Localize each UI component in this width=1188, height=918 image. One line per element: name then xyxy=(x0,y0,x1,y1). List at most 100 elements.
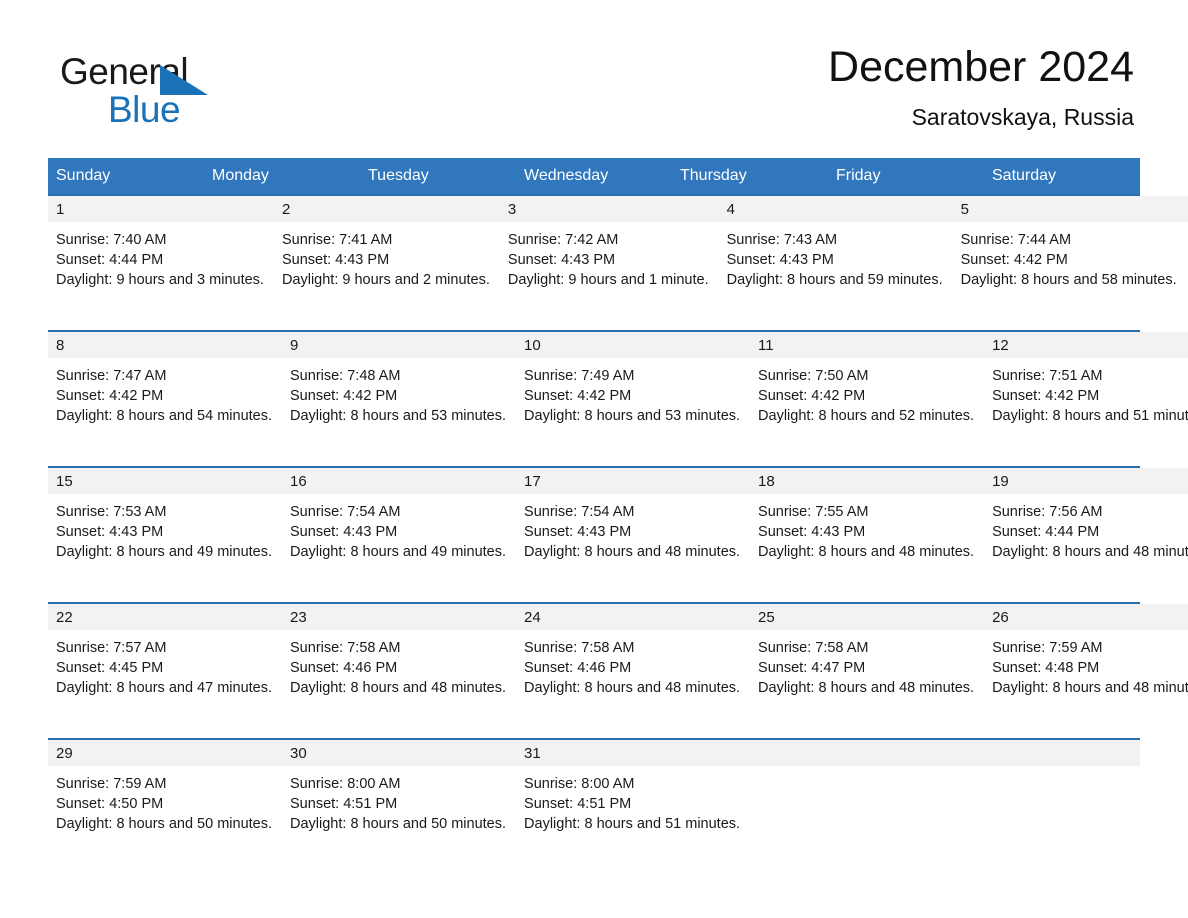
day-number: 3 xyxy=(499,196,719,222)
day-number xyxy=(1042,740,1140,766)
sunrise-text: Sunrise: 7:41 AM xyxy=(281,232,393,248)
day-info: Sunrise: 7:58 AM Sunset: 4:47 PM Dayligh… xyxy=(750,630,984,698)
sunrise-text: Sunrise: 8:00 AM xyxy=(290,776,401,792)
day-info: Sunrise: 7:43 AM Sunset: 4:43 PM Dayligh… xyxy=(719,222,953,290)
logo-triangle-icon xyxy=(160,65,208,95)
day-cell-empty xyxy=(750,740,848,874)
day-info: Sunrise: 7:40 AM Sunset: 4:44 PM Dayligh… xyxy=(48,222,274,290)
weekday-header-friday: Friday xyxy=(836,167,881,184)
daylight-text: Daylight: 8 hours and 52 minutes. xyxy=(758,408,975,424)
daylight-text: Daylight: 8 hours and 51 minutes. xyxy=(524,816,741,832)
daylight-text: Daylight: 8 hours and 51 minutes. xyxy=(992,408,1188,424)
day-cell[interactable]: 10 Sunrise: 7:49 AM Sunset: 4:42 PM Dayl… xyxy=(516,332,751,466)
day-number: 19 xyxy=(984,468,1188,494)
day-cell-empty xyxy=(847,740,946,874)
day-number xyxy=(945,740,1043,766)
sunset-text: Sunset: 4:42 PM xyxy=(758,388,866,404)
weekday-header-thursday: Thursday xyxy=(680,167,747,184)
calendar-grid: Sunday Monday Tuesday Wednesday Thursday… xyxy=(48,158,1188,874)
day-info: Sunrise: 7:41 AM Sunset: 4:43 PM Dayligh… xyxy=(274,222,500,290)
day-number: 29 xyxy=(48,740,283,766)
day-number: 15 xyxy=(48,468,283,494)
day-cell[interactable]: 16 Sunrise: 7:54 AM Sunset: 4:43 PM Dayl… xyxy=(282,468,517,602)
day-number: 25 xyxy=(750,604,985,630)
sunrise-text: Sunrise: 7:42 AM xyxy=(507,232,619,248)
sunset-text: Sunset: 4:46 PM xyxy=(524,660,632,676)
day-info: Sunrise: 8:00 AM Sunset: 4:51 PM Dayligh… xyxy=(282,766,516,834)
daylight-text: Daylight: 9 hours and 1 minute. xyxy=(507,272,709,288)
sunset-text: Sunset: 4:44 PM xyxy=(56,252,164,268)
sunset-text: Sunset: 4:43 PM xyxy=(758,524,866,540)
day-cell[interactable]: 15 Sunrise: 7:53 AM Sunset: 4:43 PM Dayl… xyxy=(48,468,283,602)
day-cell[interactable]: 12 Sunrise: 7:51 AM Sunset: 4:42 PM Dayl… xyxy=(984,332,1188,466)
day-cell[interactable]: 31 Sunrise: 8:00 AM Sunset: 4:51 PM Dayl… xyxy=(516,740,751,874)
sunset-text: Sunset: 4:42 PM xyxy=(290,388,398,404)
day-info xyxy=(750,766,847,774)
title-block: December 2024 Saratovskaya, Russia xyxy=(828,40,1134,134)
day-info: Sunrise: 7:55 AM Sunset: 4:43 PM Dayligh… xyxy=(750,494,984,562)
day-cell[interactable]: 3 Sunrise: 7:42 AM Sunset: 4:43 PM Dayli… xyxy=(499,196,719,330)
day-cell[interactable]: 26 Sunrise: 7:59 AM Sunset: 4:48 PM Dayl… xyxy=(984,604,1188,738)
sunrise-text: Sunrise: 7:47 AM xyxy=(56,368,167,384)
day-cell[interactable]: 1 Sunrise: 7:40 AM Sunset: 4:44 PM Dayli… xyxy=(48,196,274,330)
day-info: Sunrise: 7:50 AM Sunset: 4:42 PM Dayligh… xyxy=(750,358,984,426)
day-cell[interactable]: 11 Sunrise: 7:50 AM Sunset: 4:42 PM Dayl… xyxy=(750,332,985,466)
sunset-text: Sunset: 4:43 PM xyxy=(524,524,632,540)
day-cell[interactable]: 22 Sunrise: 7:57 AM Sunset: 4:45 PM Dayl… xyxy=(48,604,283,738)
day-info: Sunrise: 8:00 AM Sunset: 4:51 PM Dayligh… xyxy=(516,766,750,834)
daylight-text: Daylight: 8 hours and 48 minutes. xyxy=(758,544,975,560)
sunrise-text: Sunrise: 7:51 AM xyxy=(992,368,1103,384)
sunset-text: Sunset: 4:42 PM xyxy=(56,388,164,404)
sunset-text: Sunset: 4:51 PM xyxy=(290,796,398,812)
day-cell[interactable]: 8 Sunrise: 7:47 AM Sunset: 4:42 PM Dayli… xyxy=(48,332,283,466)
day-cell-empty xyxy=(945,740,1043,874)
daylight-text: Daylight: 8 hours and 53 minutes. xyxy=(290,408,507,424)
weekday-header-sunday: Sunday xyxy=(56,167,111,184)
page-header: General Blue December 2024 Saratovskaya,… xyxy=(48,40,1140,148)
sunset-text: Sunset: 4:47 PM xyxy=(758,660,866,676)
day-cell[interactable]: 17 Sunrise: 7:54 AM Sunset: 4:43 PM Dayl… xyxy=(516,468,751,602)
daylight-text: Daylight: 8 hours and 48 minutes. xyxy=(524,544,741,560)
sunset-text: Sunset: 4:43 PM xyxy=(281,252,390,268)
daylight-text: Daylight: 8 hours and 48 minutes. xyxy=(290,680,507,696)
weekday-header-wednesday: Wednesday xyxy=(524,167,609,184)
sunrise-text: Sunrise: 7:56 AM xyxy=(992,504,1103,520)
day-info: Sunrise: 7:47 AM Sunset: 4:42 PM Dayligh… xyxy=(48,358,282,426)
day-number: 9 xyxy=(282,332,517,358)
sunset-text: Sunset: 4:43 PM xyxy=(507,252,616,268)
sunrise-text: Sunrise: 7:54 AM xyxy=(290,504,401,520)
day-cell[interactable]: 29 Sunrise: 7:59 AM Sunset: 4:50 PM Dayl… xyxy=(48,740,283,874)
day-number: 11 xyxy=(750,332,985,358)
day-cell[interactable]: 25 Sunrise: 7:58 AM Sunset: 4:47 PM Dayl… xyxy=(750,604,985,738)
day-cell[interactable]: 30 Sunrise: 8:00 AM Sunset: 4:51 PM Dayl… xyxy=(282,740,517,874)
daylight-text: Daylight: 8 hours and 49 minutes. xyxy=(290,544,507,560)
sunset-text: Sunset: 4:42 PM xyxy=(524,388,632,404)
day-info: Sunrise: 7:51 AM Sunset: 4:42 PM Dayligh… xyxy=(984,358,1188,426)
day-cell[interactable]: 18 Sunrise: 7:55 AM Sunset: 4:43 PM Dayl… xyxy=(750,468,985,602)
day-number: 31 xyxy=(516,740,751,766)
day-cell[interactable]: 4 Sunrise: 7:43 AM Sunset: 4:43 PM Dayli… xyxy=(718,196,953,330)
day-cell[interactable]: 9 Sunrise: 7:48 AM Sunset: 4:42 PM Dayli… xyxy=(282,332,517,466)
day-cell[interactable]: 19 Sunrise: 7:56 AM Sunset: 4:44 PM Dayl… xyxy=(984,468,1188,602)
page-title: December 2024 xyxy=(828,43,1134,91)
day-cell[interactable]: 24 Sunrise: 7:58 AM Sunset: 4:46 PM Dayl… xyxy=(516,604,751,738)
day-info: Sunrise: 7:53 AM Sunset: 4:43 PM Dayligh… xyxy=(48,494,282,562)
generalblue-logo[interactable]: General Blue xyxy=(60,52,320,138)
day-number: 8 xyxy=(48,332,283,358)
day-info: Sunrise: 7:58 AM Sunset: 4:46 PM Dayligh… xyxy=(516,630,750,698)
sunrise-text: Sunrise: 7:40 AM xyxy=(56,232,167,248)
day-cell[interactable]: 2 Sunrise: 7:41 AM Sunset: 4:43 PM Dayli… xyxy=(273,196,500,330)
calendar-page: General Blue December 2024 Saratovskaya,… xyxy=(0,0,1188,918)
day-cell[interactable]: 23 Sunrise: 7:58 AM Sunset: 4:46 PM Dayl… xyxy=(282,604,517,738)
day-number: 17 xyxy=(516,468,751,494)
day-number: 24 xyxy=(516,604,751,630)
daylight-text: Daylight: 8 hours and 50 minutes. xyxy=(290,816,507,832)
sunrise-text: Sunrise: 7:48 AM xyxy=(290,368,401,384)
week-row: 22 Sunrise: 7:57 AM Sunset: 4:45 PM Dayl… xyxy=(48,602,1188,738)
day-info xyxy=(848,766,945,774)
sunrise-text: Sunrise: 7:50 AM xyxy=(758,368,869,384)
day-cell-empty xyxy=(1042,740,1140,874)
daylight-text: Daylight: 8 hours and 50 minutes. xyxy=(56,816,273,832)
day-cell[interactable]: 5 Sunrise: 7:44 AM Sunset: 4:42 PM Dayli… xyxy=(952,196,1187,330)
day-info: Sunrise: 7:49 AM Sunset: 4:42 PM Dayligh… xyxy=(516,358,750,426)
